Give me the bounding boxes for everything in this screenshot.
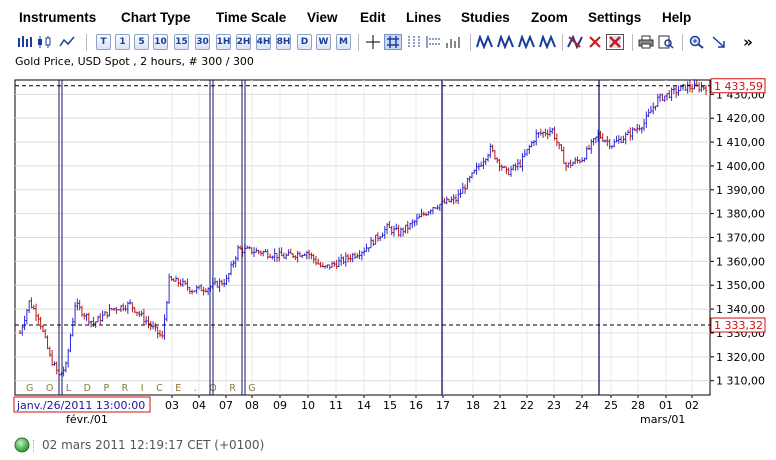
menu-lines[interactable]: Lines: [406, 10, 441, 25]
menu-help[interactable]: Help: [662, 10, 691, 25]
line-chart-icon[interactable]: [58, 34, 76, 50]
y-tick-label: 1 310,00: [716, 375, 765, 388]
delete-line-icon[interactable]: [586, 34, 604, 50]
toolbar-separator: [632, 34, 633, 51]
toolbar-separator: [562, 34, 563, 51]
y-tick-label: 1 340,00: [716, 303, 765, 316]
price-label: 1 333,32: [714, 319, 763, 332]
x-tick-label: 14: [357, 399, 371, 412]
menu-instruments[interactable]: Instruments: [19, 10, 96, 25]
y-tick-label: 1 410,00: [716, 136, 765, 149]
x-tick-label: 16: [409, 399, 423, 412]
y-tick-label: 1 390,00: [716, 184, 765, 197]
draw-line-icon[interactable]: [566, 34, 584, 50]
connection-status-icon: [14, 437, 30, 453]
delete-all-icon[interactable]: [606, 34, 624, 50]
y-tick-label: 1 360,00: [716, 255, 765, 268]
menu-time-scale[interactable]: Time Scale: [216, 10, 286, 25]
x-tick-label: 11: [329, 399, 343, 412]
x-tick-label: 09: [273, 399, 287, 412]
toolbar-separator: [358, 34, 359, 51]
bar-chart-icon[interactable]: [16, 34, 34, 50]
print-icon[interactable]: [637, 34, 655, 50]
period-button[interactable]: 10: [153, 34, 168, 50]
x-tick-label: 21: [493, 399, 507, 412]
x-tick-label: 22: [520, 399, 534, 412]
x-tick-label: 25: [604, 399, 618, 412]
x-tick-label: 02: [685, 399, 699, 412]
period-button[interactable]: 1H: [216, 34, 231, 50]
period-button[interactable]: T: [96, 34, 111, 50]
y-tick-label: 1 320,00: [716, 351, 765, 364]
candlestick-chart-icon[interactable]: [36, 34, 54, 50]
period-button[interactable]: 1: [115, 34, 130, 50]
trendline-icon[interactable]: [476, 34, 494, 50]
y-tick-label: 1 420,00: [716, 112, 765, 125]
volume-icon[interactable]: [444, 34, 462, 50]
menu-bar: Instruments Chart Type Time Scale View E…: [0, 0, 776, 32]
y-tick-label: 1 370,00: [716, 232, 765, 245]
period-button[interactable]: D: [297, 34, 312, 50]
y-tick-label: 1 400,00: [716, 160, 765, 173]
period-button[interactable]: 15: [174, 34, 189, 50]
horizontal-lines-icon[interactable]: [424, 34, 442, 50]
x-tick-label: 04: [192, 399, 206, 412]
status-datetime: 02 mars 2011 12:19:17 CET (+0100): [42, 438, 265, 452]
gann-icon[interactable]: [539, 34, 557, 50]
x-tick-label: 03: [165, 399, 179, 412]
price-label: 1 433,59: [714, 80, 763, 93]
menu-view[interactable]: View: [307, 10, 338, 25]
y-tick-label: 1 350,00: [716, 279, 765, 292]
x-tick-label: 15: [383, 399, 397, 412]
y-tick-label: 1 380,00: [716, 208, 765, 221]
menu-studies[interactable]: Studies: [461, 10, 510, 25]
period-button[interactable]: 4H: [256, 34, 271, 50]
x-month-label: févr./01: [66, 413, 108, 426]
print-preview-icon[interactable]: [657, 34, 675, 50]
status-separator: [33, 440, 35, 452]
x-month-label: mars/01: [640, 413, 685, 426]
x-tick-label: 23: [547, 399, 561, 412]
zoom-area-icon[interactable]: [710, 34, 728, 50]
zoom-in-icon[interactable]: [688, 34, 706, 50]
toolbar: T 1 5 10 15 30 1H 2H 4H 8H D W M »: [0, 32, 776, 54]
x-tick-label: 01: [659, 399, 673, 412]
toolbar-separator: [470, 34, 471, 51]
x-tick-label: 28: [631, 399, 645, 412]
price-chart[interactable]: 1 310,001 320,001 330,001 340,001 350,00…: [0, 68, 776, 443]
x-tick-label: 24: [575, 399, 589, 412]
menu-settings[interactable]: Settings: [588, 10, 641, 25]
more-tools-button[interactable]: »: [738, 33, 758, 51]
period-button[interactable]: 5: [134, 34, 149, 50]
x-tick-label: 10: [301, 399, 315, 412]
period-button[interactable]: W: [316, 34, 331, 50]
vertical-lines-icon[interactable]: [404, 34, 422, 50]
fibonacci-icon[interactable]: [518, 34, 536, 50]
chart-title: Gold Price, USD Spot , 2 hours, # 300 / …: [15, 55, 254, 68]
x-tick-label: 17: [436, 399, 450, 412]
channel-icon[interactable]: [497, 34, 515, 50]
grid-toggle-icon[interactable]: [384, 34, 402, 50]
x-tick-label: 08: [245, 399, 259, 412]
toolbar-separator: [682, 34, 683, 51]
menu-zoom[interactable]: Zoom: [531, 10, 568, 25]
x-tick-label: 07: [219, 399, 233, 412]
menu-edit[interactable]: Edit: [360, 10, 386, 25]
menu-chart-type[interactable]: Chart Type: [121, 10, 191, 25]
toolbar-separator: [86, 34, 87, 51]
period-button[interactable]: 8H: [276, 34, 291, 50]
date-label: janv./26/2011 13:00:00: [16, 399, 145, 412]
period-button[interactable]: 30: [195, 34, 210, 50]
crosshair-icon[interactable]: [364, 34, 382, 50]
period-button[interactable]: 2H: [236, 34, 251, 50]
period-button[interactable]: M: [336, 34, 351, 50]
x-tick-label: 18: [466, 399, 480, 412]
